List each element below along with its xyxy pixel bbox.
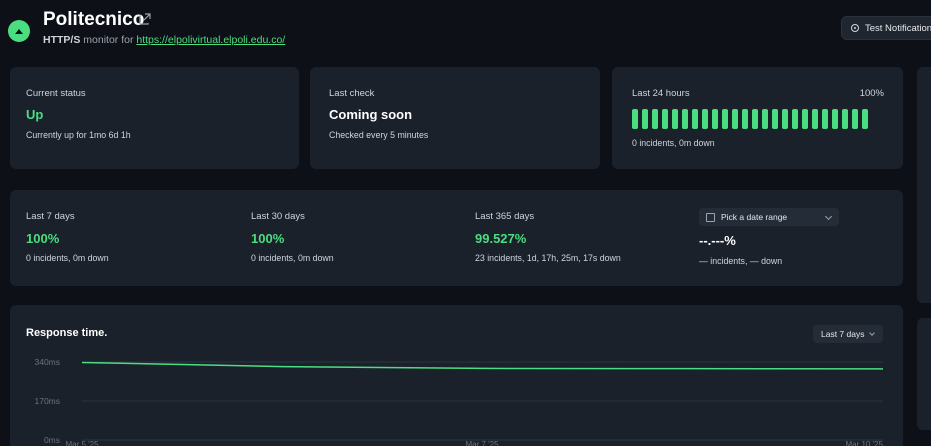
response-time-chart: 340ms 170ms 0ms Mar 5 '25 Mar 7 '25 Mar 10 '2… <box>34 357 884 446</box>
current-status-label: Current status <box>26 88 86 99</box>
last-24h-label: Last 24 hours <box>632 88 690 99</box>
custom-range-detail: — incidents, — down <box>699 256 783 266</box>
last-check-value: Coming soon <box>329 107 413 122</box>
y-tick-label: 340ms <box>34 357 60 367</box>
uptime-bar <box>792 109 798 129</box>
monitor-header: Politecnico HTTP/S monitor for https://e… <box>0 0 931 56</box>
test-notification-label: Test Notification <box>865 22 931 34</box>
uptime-bar <box>722 109 728 129</box>
notification-icon <box>851 24 859 32</box>
side-panel <box>917 67 931 303</box>
uptime-bar <box>762 109 768 129</box>
uptime-bar <box>742 109 748 129</box>
uptime-bar <box>672 109 678 129</box>
last-check-detail: Checked every 5 minutes <box>329 130 429 140</box>
monitor-url-link[interactable]: https://elpolivirtual.elpoli.edu.co/ <box>136 34 285 46</box>
last-check-card: Last check Coming soon Checked every 5 m… <box>310 67 600 169</box>
last-24h-detail: 0 incidents, 0m down <box>632 138 715 148</box>
monitor-protocol: HTTP/S <box>43 34 81 46</box>
side-panel-lower <box>917 318 931 430</box>
uptime-365d-label: Last 365 days <box>475 211 535 222</box>
uptime-7d-label: Last 7 days <box>26 211 75 222</box>
uptime-bar <box>692 109 698 129</box>
uptime-bar <box>802 109 808 129</box>
uptime-bar <box>662 109 668 129</box>
current-status-card: Current status Up Currently up for 1mo 6… <box>10 67 299 169</box>
uptime-bar <box>832 109 838 129</box>
monitor-for-text: monitor for <box>83 34 134 46</box>
uptime-bar <box>752 109 758 129</box>
uptime-bars <box>632 109 868 129</box>
uptime-card: Last 7 days 100% 0 incidents, 0m down La… <box>10 190 903 286</box>
uptime-7d-value: 100% <box>26 231 60 246</box>
test-notification-button[interactable]: Test Notification <box>841 16 931 40</box>
uptime-bar <box>652 109 658 129</box>
y-tick-label: 0ms <box>44 435 60 445</box>
uptime-7d-detail: 0 incidents, 0m down <box>26 253 109 263</box>
calendar-icon <box>706 212 715 222</box>
uptime-bar <box>842 109 848 129</box>
date-range-picker[interactable]: Pick a date range <box>699 208 839 226</box>
uptime-365d-detail: 23 incidents, 1d, 17h, 25m, 17s down <box>475 253 621 263</box>
x-tick-label: Mar 7 '25 <box>465 440 499 446</box>
uptime-bar <box>732 109 738 129</box>
last-check-label: Last check <box>329 88 375 99</box>
monitor-title: Politecnico <box>43 9 145 30</box>
uptime-30d-value: 100% <box>251 231 285 246</box>
external-link-icon[interactable] <box>138 12 152 26</box>
x-tick-label: Mar 10 '25 <box>845 440 883 446</box>
uptime-bar <box>822 109 828 129</box>
uptime-30d-label: Last 30 days <box>251 211 305 222</box>
chevron-down-icon <box>824 212 833 221</box>
current-status-value: Up <box>26 107 44 122</box>
uptime-30d-detail: 0 incidents, 0m down <box>251 253 334 263</box>
y-tick-label: 170ms <box>34 396 60 406</box>
uptime-bar <box>772 109 778 129</box>
uptime-bar <box>702 109 708 129</box>
monitor-subtitle: HTTP/S monitor for https://elpolivirtual… <box>43 34 285 46</box>
uptime-bar <box>852 109 858 129</box>
response-time-line <box>81 361 884 370</box>
x-tick-label: Mar 5 '25 <box>65 440 99 446</box>
uptime-bar <box>812 109 818 129</box>
last-24h-percent: 100% <box>859 88 884 99</box>
date-range-picker-label: Pick a date range <box>721 212 788 222</box>
uptime-bar <box>782 109 788 129</box>
uptime-bar <box>682 109 688 129</box>
uptime-bar <box>642 109 648 129</box>
uptime-bar <box>712 109 718 129</box>
uptime-bar <box>862 109 868 129</box>
status-up-icon <box>8 20 30 42</box>
current-status-detail: Currently up for 1mo 6d 1h <box>26 130 131 140</box>
custom-range-value: --.---% <box>699 233 736 248</box>
uptime-365d-value: 99.527% <box>475 231 527 246</box>
uptime-bar <box>632 109 638 129</box>
